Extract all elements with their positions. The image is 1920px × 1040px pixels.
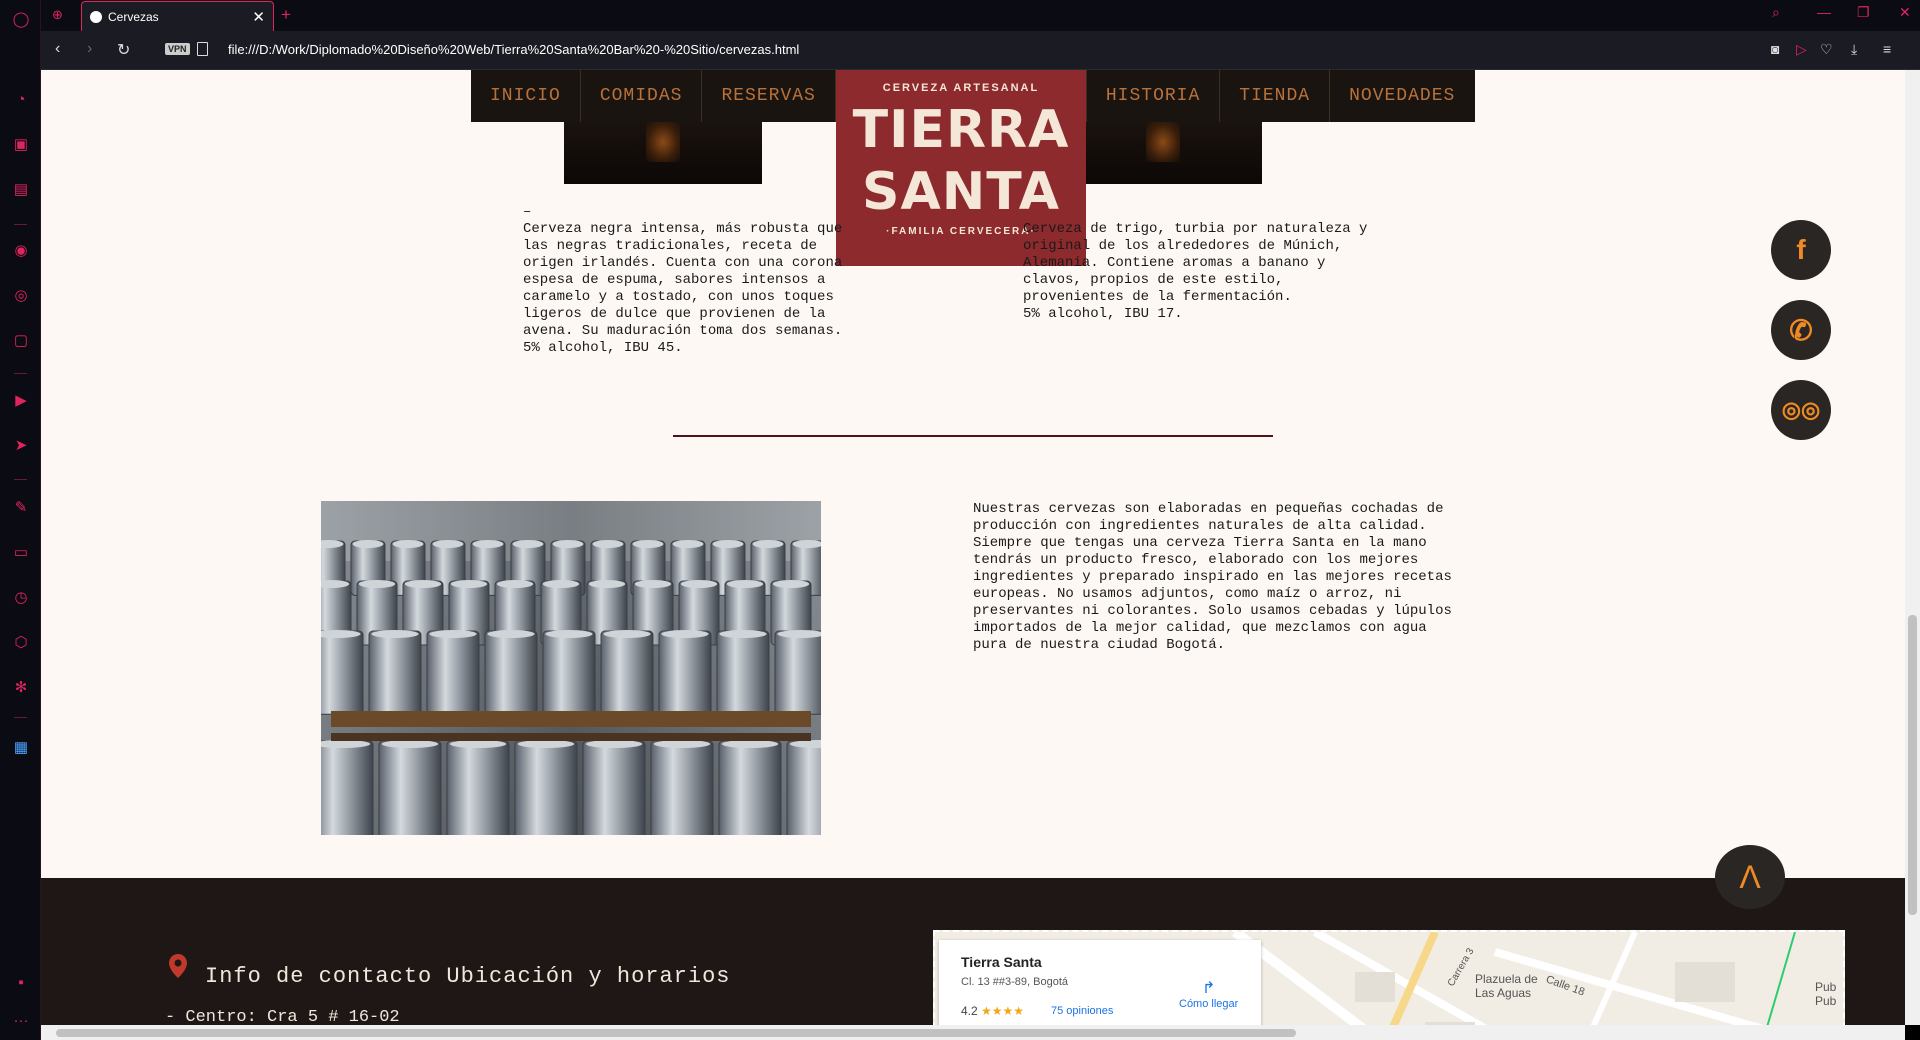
menu-icon[interactable]: ≡ — [1883, 41, 1891, 57]
gamepad-icon[interactable]: ⊕ — [52, 7, 63, 23]
map-rating-value: 4.2 — [961, 1004, 978, 1018]
phone-button[interactable]: ✆ — [1771, 300, 1831, 360]
history-icon[interactable]: ◷ — [11, 587, 31, 607]
scroll-to-top-button[interactable]: Λ — [1715, 845, 1785, 909]
globe-icon — [90, 10, 102, 23]
sidebar-separator — [14, 373, 27, 374]
vertical-scrollbar-thumb[interactable] — [1908, 615, 1917, 915]
opera-sidebar: ◯ ◔ ▣ ▤ ◉ ◎ ▢ ▶ ➤ ✎ ▭ ◷ ⬡ ✻ ▦ ▪ ··· — [0, 0, 41, 1040]
heart-icon[interactable]: ♡ — [1820, 41, 1833, 58]
nav-inicio[interactable]: INICIO — [471, 70, 581, 122]
sidebar-separator — [14, 717, 27, 718]
map-place-card: Tierra Santa Cl. 13 ##3-89, Bogotá 4.2 ★… — [939, 940, 1261, 1025]
vpn-badge[interactable]: VPN — [165, 43, 190, 55]
map-place-address: Cl. 13 ##3-89, Bogotá — [961, 976, 1069, 988]
nav-comidas[interactable]: COMIDAS — [581, 70, 703, 122]
search-tabs-icon[interactable]: ⌕ — [1772, 4, 1780, 21]
map-directions-label: Cómo llegar — [1179, 998, 1239, 1010]
nav-tienda[interactable]: TIENDA — [1220, 70, 1331, 122]
back-icon[interactable]: ‹ — [55, 40, 60, 58]
horizontal-scrollbar[interactable] — [41, 1025, 1905, 1040]
map-place-name: Tierra Santa — [961, 954, 1042, 970]
snapshot-icon[interactable]: ◙ — [1771, 41, 1779, 57]
download-icon[interactable]: ⤓ — [1851, 41, 1857, 58]
tripadvisor-icon: ◎◎ — [1781, 397, 1821, 422]
sidebar-separator — [14, 224, 27, 225]
send-icon[interactable]: ➤ — [11, 435, 31, 455]
phone-icon: ✆ — [1789, 314, 1813, 346]
map-rating-stars: ★★★★ — [981, 1004, 1025, 1018]
whatsapp-icon[interactable]: ◎ — [11, 285, 31, 305]
logo-line-2: SANTA — [862, 162, 1060, 222]
flow-icon[interactable]: ▷ — [1796, 41, 1807, 58]
notes-icon[interactable]: ✎ — [11, 497, 31, 517]
beer-description-stout: Cerveza negra intensa, más robusta que l… — [523, 221, 843, 356]
player-icon[interactable]: ▶ — [11, 390, 31, 410]
tab-bar: ⊕ Cervezas ✕ + ⌕ — ❐ ✕ — [41, 0, 1920, 31]
directions-icon: ↱ — [1201, 980, 1216, 997]
map-rating: 4.2 ★★★★ — [961, 1004, 1024, 1018]
instagram-icon[interactable]: ▢ — [11, 330, 31, 350]
beer-image-wheat — [1064, 122, 1262, 184]
facebook-button[interactable]: f — [1771, 220, 1831, 280]
speed-dial-icon[interactable]: ◔ — [11, 89, 31, 109]
sidebar-app-icon[interactable]: ▪ — [11, 972, 31, 992]
messenger-icon[interactable]: ◉ — [11, 240, 31, 260]
location-pin-icon — [169, 954, 187, 978]
footer-title: Info de contacto Ubicación y horarios — [205, 964, 731, 989]
to-top-icon: Λ — [1739, 858, 1761, 895]
new-tab-icon[interactable]: + — [281, 5, 291, 25]
footer-address: - Centro: Cra 5 # 16-02 — [165, 1008, 400, 1025]
section-divider — [673, 435, 1273, 437]
horizontal-scrollbar-thumb[interactable] — [56, 1029, 1296, 1037]
beer-image-stout — [564, 122, 762, 184]
kegs-photo — [321, 501, 821, 835]
restore-icon[interactable]: ❐ — [1857, 4, 1870, 21]
tripadvisor-button[interactable]: ◎◎ — [1771, 380, 1831, 440]
close-tab-icon[interactable]: ✕ — [252, 8, 265, 26]
logo-tagline-top: CERVEZA ARTESANAL — [882, 82, 1040, 94]
settings-icon[interactable]: ✻ — [11, 677, 31, 697]
nav-historia[interactable]: HISTORIA — [1085, 70, 1221, 122]
twitch-icon[interactable]: ▤ — [11, 179, 31, 199]
page-icon — [197, 42, 208, 56]
nav-novedades[interactable]: NOVEDADES — [1330, 70, 1474, 122]
tab-title: Cervezas — [108, 9, 159, 24]
map-label-plazuela: Plazuela de Las Aguas — [1475, 972, 1538, 1000]
close-window-icon[interactable]: ✕ — [1899, 4, 1911, 21]
opera-logo-icon[interactable]: ◯ — [11, 9, 31, 29]
forward-icon[interactable]: › — [87, 40, 92, 58]
address-bar: ‹ › ↻ VPN file:///D:/Work/Diplomado%20Di… — [41, 31, 1920, 70]
extensions-icon[interactable]: ⬡ — [11, 632, 31, 652]
reload-icon[interactable]: ↻ — [117, 40, 130, 60]
map-directions-link[interactable]: ↱ Cómo llegar — [1179, 978, 1238, 1010]
url-field[interactable]: file:///D:/Work/Diplomado%20Diseño%20Web… — [228, 42, 799, 57]
tabs-icon[interactable]: ▭ — [11, 542, 31, 562]
more-icon[interactable]: ··· — [11, 1010, 31, 1030]
map-label-pub: Pub Pub — [1815, 980, 1837, 1008]
vertical-scrollbar[interactable] — [1905, 70, 1920, 1025]
beer-dash: – — [523, 204, 532, 220]
footer: Info de contacto Ubicación y horarios - … — [41, 878, 1905, 1025]
minimize-icon[interactable]: — — [1817, 4, 1831, 20]
facebook-icon: f — [1796, 234, 1806, 265]
beer-description-wheat: Cerveza de trigo, turbia por naturaleza … — [1023, 221, 1368, 322]
logo-line-1: TIERRA — [852, 100, 1070, 160]
google-map[interactable]: Plazuela de Las Aguas Carrera 3 Calle 18… — [933, 930, 1845, 1025]
map-reviews-link[interactable]: 75 opiniones — [1051, 1005, 1113, 1017]
translate-icon[interactable]: ▦ — [11, 737, 31, 757]
sidebar-separator — [14, 479, 27, 480]
tab-cervezas[interactable]: Cervezas ✕ — [81, 1, 274, 31]
about-text: Nuestras cervezas son elaboradas en pequ… — [973, 501, 1452, 653]
nav-reservas[interactable]: RESERVAS — [702, 70, 836, 122]
page-viewport: INICIO COMIDAS RESERVAS HISTORIA TIENDA … — [41, 70, 1905, 1025]
shopping-icon[interactable]: ▣ — [11, 134, 31, 154]
